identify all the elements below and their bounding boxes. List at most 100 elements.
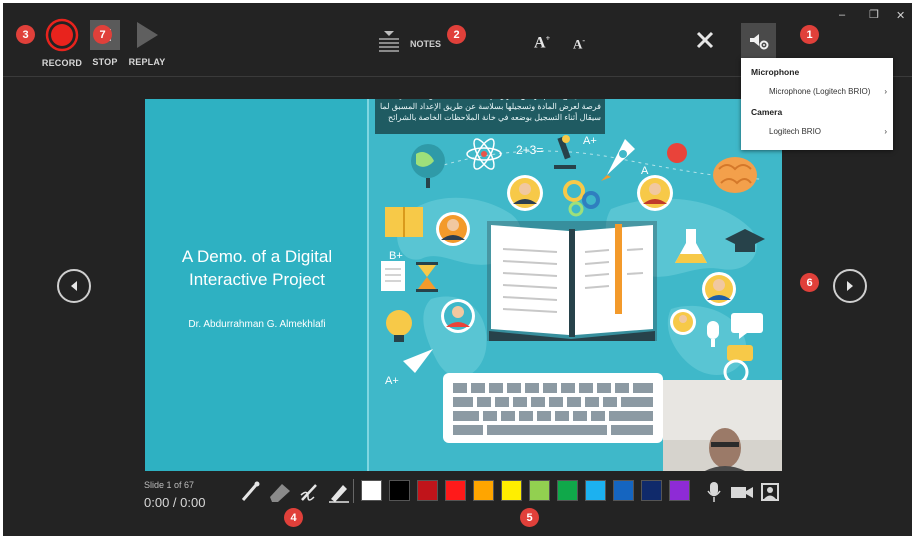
close-icon: [696, 31, 714, 49]
slide-preview: A Demo. of a Digital Interactive Project…: [145, 99, 782, 471]
chevron-right-icon: ›: [884, 87, 887, 96]
slide-author: Dr. Abdurrahman G. Almekhlafi: [188, 319, 326, 330]
badge-label: 2: [453, 28, 460, 41]
color-swatch-dark-blue[interactable]: [641, 480, 662, 501]
eraser-button[interactable]: [268, 481, 292, 508]
settings-icon: [749, 33, 768, 49]
microphone-icon: [707, 482, 721, 502]
microscope-icon: [554, 135, 576, 169]
grade-a-plus-text: A+: [583, 135, 597, 147]
laser-pointer-icon: [241, 481, 260, 501]
slide-title-line-1: A Demo. of a Digital: [181, 247, 333, 266]
restore-button[interactable]: ❐: [869, 8, 879, 21]
slide-title-line-2: Interactive Project: [188, 270, 326, 289]
camera-heading: Camera: [751, 107, 783, 117]
camera-toggle-button[interactable]: [730, 481, 754, 508]
slide-title: A Demo. of a Digital Interactive Project: [145, 245, 369, 291]
camera-icon: [731, 487, 753, 498]
avatar-circle: [637, 175, 673, 211]
color-swatch-blue[interactable]: [613, 480, 634, 501]
notes-overlay: إذا كان لديك ملاحظات في أي شريحة/شرائح ف…: [375, 99, 605, 134]
replay-button[interactable]: REPLAY: [129, 20, 165, 67]
laser-pointer-button[interactable]: [239, 481, 261, 508]
decrease-font-button[interactable]: A-: [573, 36, 585, 52]
badge-label: 7: [99, 28, 106, 41]
badge-1: 1: [800, 25, 819, 44]
window-close-button[interactable]: ✕: [896, 9, 905, 22]
notes-label[interactable]: NOTES: [410, 39, 441, 49]
rocket-icon: [601, 139, 635, 181]
slide-title-panel: A Demo. of a Digital Interactive Project…: [145, 99, 369, 471]
webcam-preview: [663, 380, 782, 471]
pen-button[interactable]: [298, 481, 322, 508]
badge-6: 6: [800, 273, 819, 292]
color-swatch-light-blue[interactable]: [585, 480, 606, 501]
color-swatch-black[interactable]: [389, 480, 410, 501]
camera-select[interactable]: Logitech BRIO ›: [741, 117, 893, 136]
hourglass-icon: [416, 262, 438, 292]
color-swatch-purple[interactable]: [669, 480, 690, 501]
atom-icon: [466, 138, 502, 170]
document-icon: [381, 261, 405, 291]
badge-label: 1: [806, 28, 813, 41]
gears-icon: [563, 180, 600, 217]
apple-icon: [667, 143, 687, 163]
color-swatch-green[interactable]: [557, 480, 578, 501]
stop-label: STOP: [92, 57, 118, 67]
notes-icon: [379, 31, 399, 52]
globe-stand: [426, 178, 430, 188]
notes-button[interactable]: [378, 30, 400, 57]
avatar-circle: [702, 272, 736, 306]
grade-a-plus-text: A+: [385, 375, 399, 387]
badge-2: 2: [447, 25, 466, 44]
badge-5: 5: [520, 508, 539, 527]
minimize-button[interactable]: ‒: [839, 9, 845, 21]
previous-slide-button[interactable]: [57, 269, 91, 303]
settings-button[interactable]: [741, 23, 776, 58]
record-label: RECORD: [41, 58, 83, 68]
open-book-illustration: [487, 221, 657, 341]
record-button[interactable]: RECORD: [41, 18, 83, 68]
color-swatch-orange[interactable]: [473, 480, 494, 501]
color-swatch-light-green[interactable]: [529, 480, 550, 501]
avatar-circle: [507, 175, 543, 211]
chevron-right-icon: [847, 281, 853, 291]
grade-a-text: A: [641, 165, 649, 177]
color-swatch-white[interactable]: [361, 480, 382, 501]
microphone-heading: Microphone: [751, 67, 800, 77]
exit-recording-button[interactable]: [696, 31, 714, 54]
color-swatch-red[interactable]: [445, 480, 466, 501]
record-icon: [45, 18, 79, 52]
paper-plane-icon: [403, 349, 433, 373]
eraser-icon: [270, 484, 290, 502]
keyboard-illustration: [443, 373, 663, 443]
increase-font-button[interactable]: A+: [534, 34, 550, 52]
highlighter-icon: [329, 485, 349, 503]
badge-label: 3: [22, 28, 29, 41]
recording-time: 0:00 / 0:00: [144, 495, 206, 510]
slide-counter: Slide 1 of 67: [144, 480, 195, 490]
camera-preview-icon: [761, 483, 779, 501]
microphone-toggle-button[interactable]: [706, 481, 722, 508]
next-slide-button[interactable]: [833, 269, 867, 303]
camera-preview-toggle-button[interactable]: [760, 481, 780, 508]
color-swatch-dark-red[interactable]: [417, 480, 438, 501]
avatar-circle: [441, 299, 475, 333]
avatar-circle: [670, 309, 696, 335]
toolbar-divider: [353, 479, 354, 503]
avatar-circle: [436, 212, 470, 246]
increase-font-label: A: [534, 34, 546, 52]
decrease-font-label: A: [573, 36, 583, 52]
webcam-person-image: [663, 380, 782, 471]
badge-4: 4: [284, 508, 303, 527]
color-swatch-yellow[interactable]: [501, 480, 522, 501]
brain-icon: [713, 157, 757, 193]
highlighter-button[interactable]: [327, 481, 351, 508]
chevron-left-icon: [71, 281, 77, 291]
badge-label: 4: [290, 511, 297, 524]
badge-label: 5: [526, 511, 533, 524]
microphone-select[interactable]: Microphone (Logitech BRIO) ›: [741, 77, 893, 96]
equation-text: 2+3=: [516, 143, 543, 157]
badge-label: 6: [806, 276, 813, 289]
replay-label: REPLAY: [128, 57, 166, 67]
